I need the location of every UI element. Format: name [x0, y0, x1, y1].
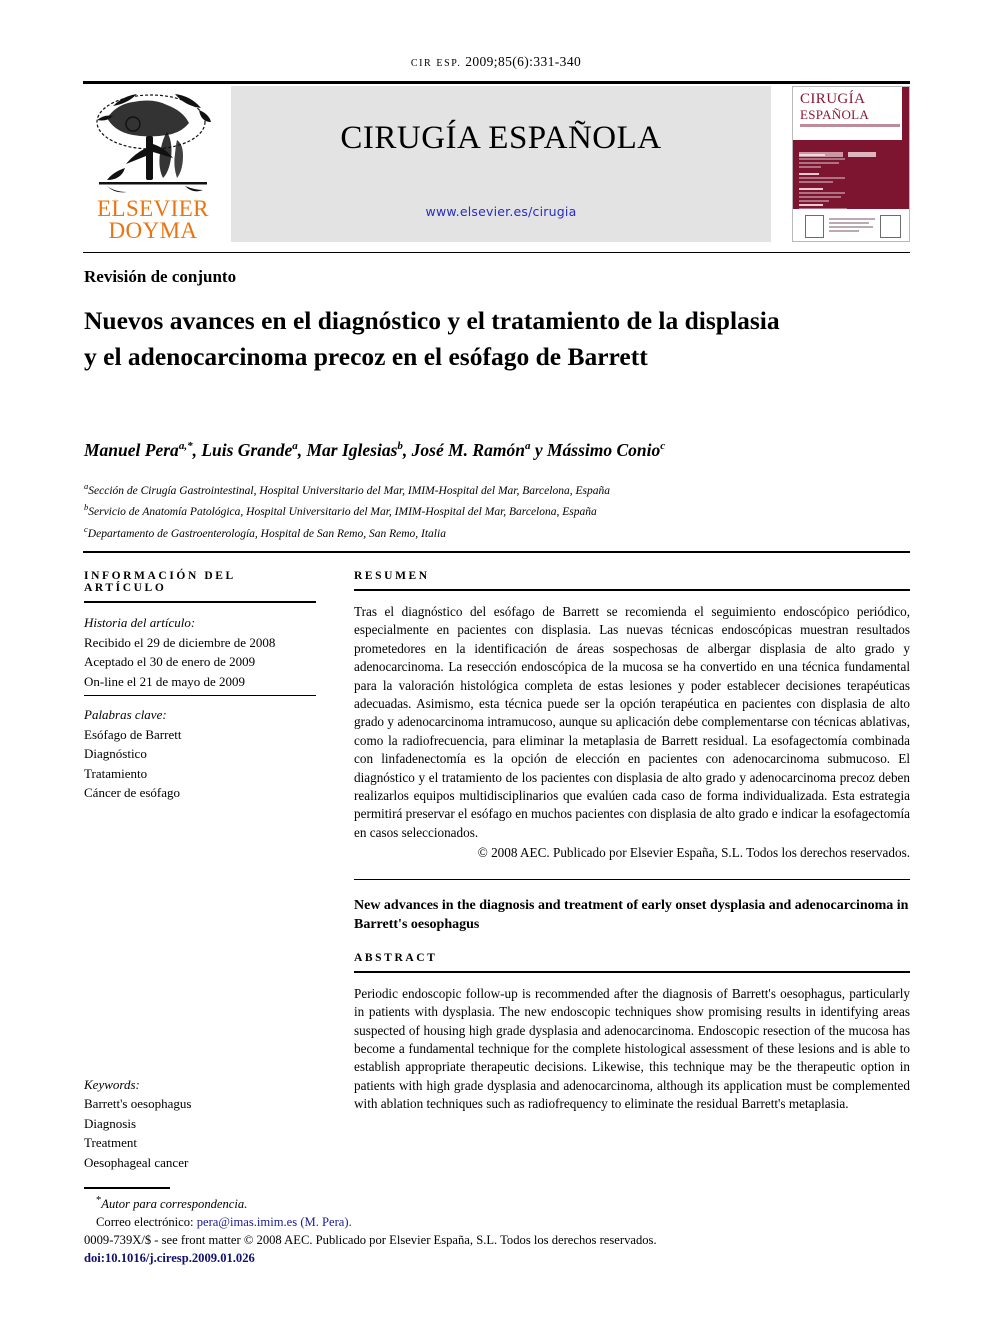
history-rule	[84, 695, 316, 696]
article-first-page: CIR ESP. 2009;85(6):331-340 ELSEVIER DOY…	[0, 0, 992, 1323]
journal-cover-thumbnail: CIRUGÍA ESPAÑOLA	[792, 86, 910, 242]
abstract-top-rule	[83, 551, 910, 553]
page-title: Nuevos avances en el diagnóstico y el tr…	[84, 306, 780, 371]
abstract-body-en: Periodic endoscopic follow-up is recomme…	[354, 985, 910, 1112]
abstract-heading-es: RESUMEN	[354, 570, 430, 582]
journal-title: CIRUGÍA ESPAÑOLA	[340, 120, 662, 156]
journal-title-banner: CIRUGÍA ESPAÑOLA www.elsevier.es/cirugia	[231, 86, 771, 242]
email-link[interactable]: pera@imas.imim.es	[197, 1215, 297, 1229]
journal-website-link[interactable]: www.elsevier.es/cirugia	[231, 204, 771, 219]
history-online: On-line el 21 de mayo de 2009	[84, 673, 246, 689]
keyword-en-1: Barrett's oesophagus	[84, 1096, 192, 1111]
affiliation-b: bServicio de Anatomía Patológica, Hospit…	[84, 499, 824, 520]
masthead-bottom-rule	[83, 252, 910, 253]
affiliation-a: aSección de Cirugía Gastrointestinal, Ho…	[84, 478, 824, 499]
publisher-wordmark: ELSEVIER DOYMA	[83, 196, 223, 243]
cover-issue-line	[799, 144, 904, 157]
history-accepted: Aceptado el 30 de enero de 2009	[84, 654, 256, 669]
cover-footer	[793, 209, 909, 241]
affiliation-text-c: Departamento de Gastroenterología, Hospi…	[87, 527, 446, 540]
article-info-panel: INFORMACIÓN DEL ARTÍCULO Historia del ar…	[84, 570, 316, 1172]
keywords-panel-en: Keywords: Barrett's oesophagus Diagnosis…	[84, 1075, 316, 1173]
keyword-es-4: Cáncer de esófago	[84, 785, 181, 800]
cover-subtitle-bar	[800, 124, 900, 127]
abstract-panel: RESUMEN Tras el diagnóstico del esófago …	[354, 570, 910, 1114]
affiliation-c: cDepartamento de Gastroenterología, Hosp…	[84, 521, 824, 542]
email-label: Correo electrónico:	[96, 1215, 194, 1230]
cover-title-line1: CIRUGÍA	[800, 91, 866, 107]
keyword-en-3: Treatment	[84, 1135, 137, 1150]
running-head: CIR ESP. 2009;85(6):331-340	[0, 54, 992, 70]
keywords-label-en: Keywords:	[84, 1076, 140, 1092]
cover-side-stripe	[902, 87, 909, 140]
journal-abbrev: CIR ESP.	[410, 58, 462, 69]
keyword-es-1: Esófago de Barrett	[84, 726, 182, 742]
cover-title-line2: ESPAÑOLA	[800, 107, 870, 122]
article-section-label: Revisión de conjunto	[84, 267, 237, 286]
abstract-body-es: Tras el diagnóstico del esófago de Barre…	[354, 604, 910, 840]
abstract-divider-rule	[354, 878, 910, 880]
author-list: Manuel Peraa,*, Luis Grandea, Mar Iglesi…	[84, 440, 666, 460]
email-author-name: (M. Pera).	[300, 1215, 352, 1230]
page-footer: *Autor para correspondencia. Correo elec…	[84, 1192, 914, 1267]
abstract-title-en: New advances in the diagnosis and treatm…	[354, 897, 909, 932]
abstract-heading-en: ABSTRACT	[354, 951, 438, 964]
volume-citation: 2009;85(6):331-340	[465, 54, 582, 69]
masthead-top-rule	[83, 81, 910, 84]
publisher-name-elsevier: ELSEVIER	[97, 196, 209, 221]
affiliation-text-b: Servicio de Anatomía Patológica, Hospita…	[88, 506, 597, 519]
cover-elsevier-icon	[880, 215, 901, 238]
publisher-logo: ELSEVIER DOYMA	[83, 86, 227, 242]
publisher-name-doyma: DOYMA	[108, 218, 198, 243]
article-info-rule	[84, 601, 316, 603]
keyword-es-3: Tratamiento	[84, 765, 148, 781]
doi-link[interactable]: doi:10.1016/j.ciresp.2009.01.026	[84, 1249, 914, 1267]
article-history: Historia del artículo: Recibido el 29 de…	[84, 613, 316, 803]
abstract-rule-es	[354, 589, 910, 591]
footnote-rule	[84, 1187, 170, 1189]
journal-masthead: ELSEVIER DOYMA CIRUGÍA ESPAÑOLA www.else…	[83, 86, 910, 244]
affiliation-list: aSección de Cirugía Gastrointestinal, Ho…	[84, 478, 824, 542]
article-history-label: Historia del artículo:	[84, 615, 196, 630]
cover-footer-text	[829, 218, 875, 234]
keyword-es-2: Diagnóstico	[84, 746, 147, 761]
abstract-copyright-es: © 2008 AEC. Publicado por Elsevier Españ…	[477, 845, 910, 861]
cover-contents-panel	[793, 140, 909, 240]
keyword-en-2: Diagnosis	[84, 1115, 136, 1131]
abstract-rule-en	[354, 970, 910, 973]
issn-line: 0009-739X/$ - see front matter © 2008 AE…	[84, 1233, 657, 1248]
corresponding-author-label: Autor para correspondencia.	[101, 1197, 248, 1212]
keywords-label-es: Palabras clave:	[84, 707, 167, 722]
elsevier-tree-icon	[96, 94, 211, 193]
keyword-en-4: Oesophageal cancer	[84, 1154, 189, 1170]
cover-seal-icon	[805, 215, 824, 238]
article-info-heading: INFORMACIÓN DEL ARTÍCULO	[84, 570, 236, 594]
corresponding-author-note: *Autor para correspondencia.	[84, 1192, 914, 1213]
affiliation-text-a: Sección de Cirugía Gastrointestinal, Hos…	[88, 484, 610, 497]
history-received: Recibido el 29 de diciembre de 2008	[84, 634, 276, 650]
email-line: Correo electrónico: pera@imas.imim.es (M…	[84, 1213, 914, 1231]
